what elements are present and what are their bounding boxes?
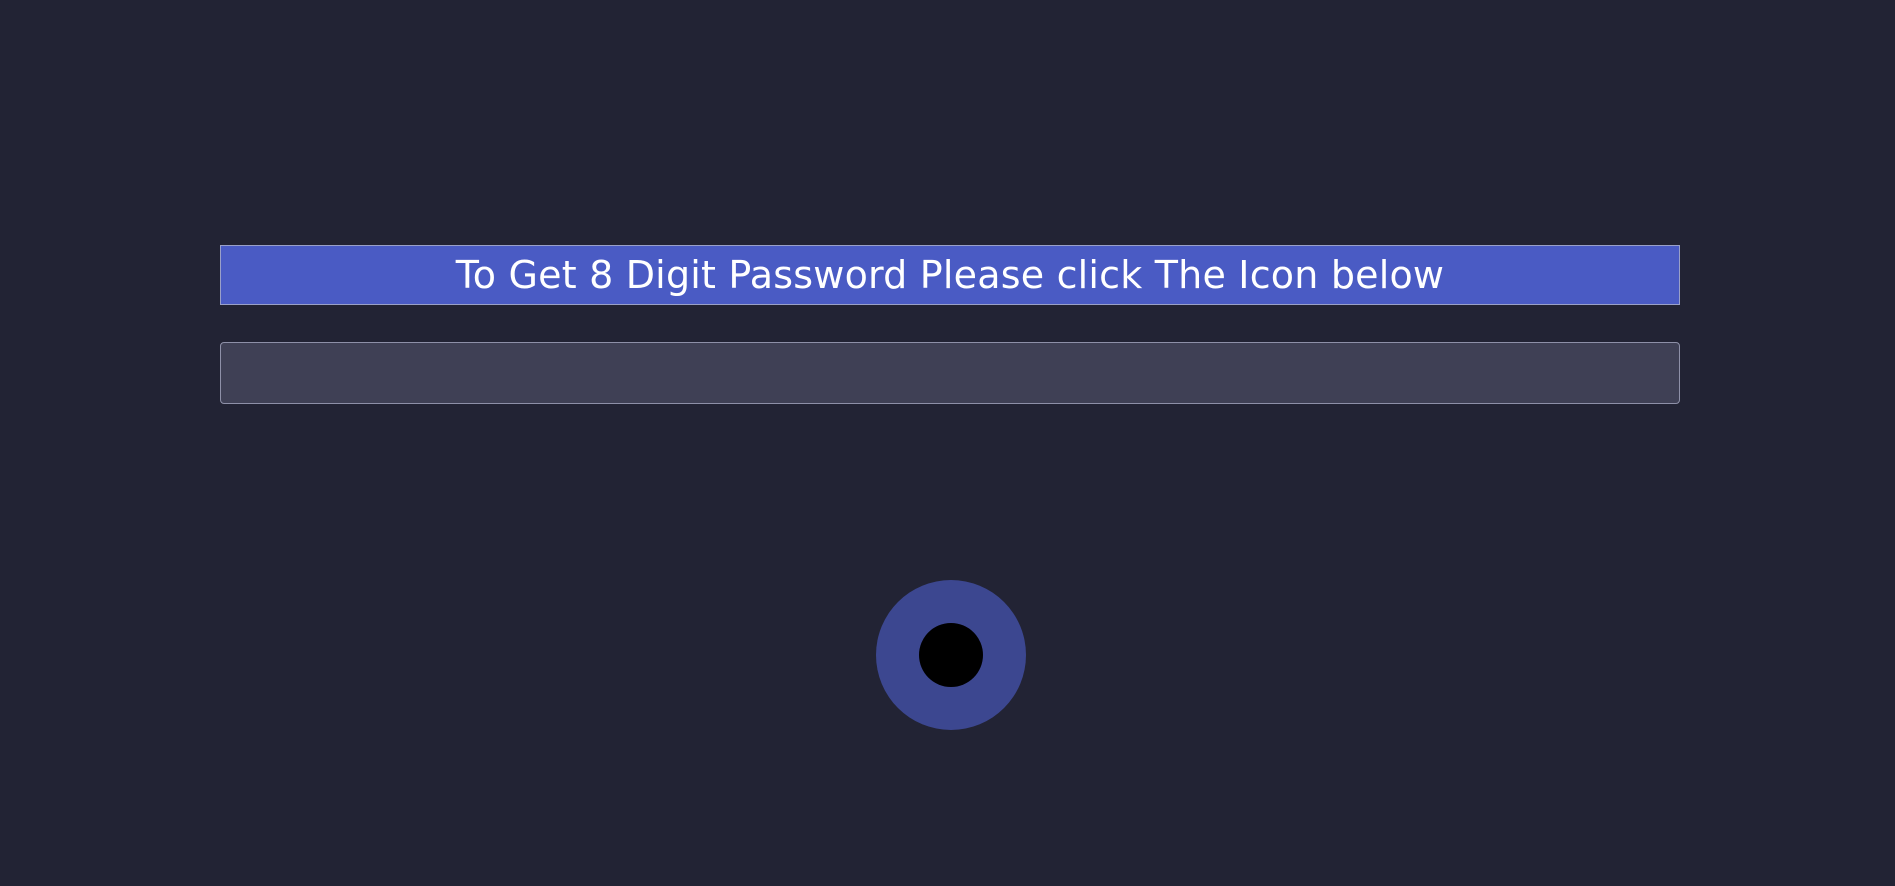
password-output-field[interactable] bbox=[220, 342, 1680, 404]
circle-dot-icon bbox=[919, 623, 983, 687]
generate-password-button[interactable] bbox=[876, 580, 1026, 730]
instruction-banner: To Get 8 Digit Password Please click The… bbox=[220, 245, 1680, 305]
page: To Get 8 Digit Password Please click The… bbox=[0, 0, 1895, 886]
instruction-text: To Get 8 Digit Password Please click The… bbox=[455, 253, 1445, 297]
